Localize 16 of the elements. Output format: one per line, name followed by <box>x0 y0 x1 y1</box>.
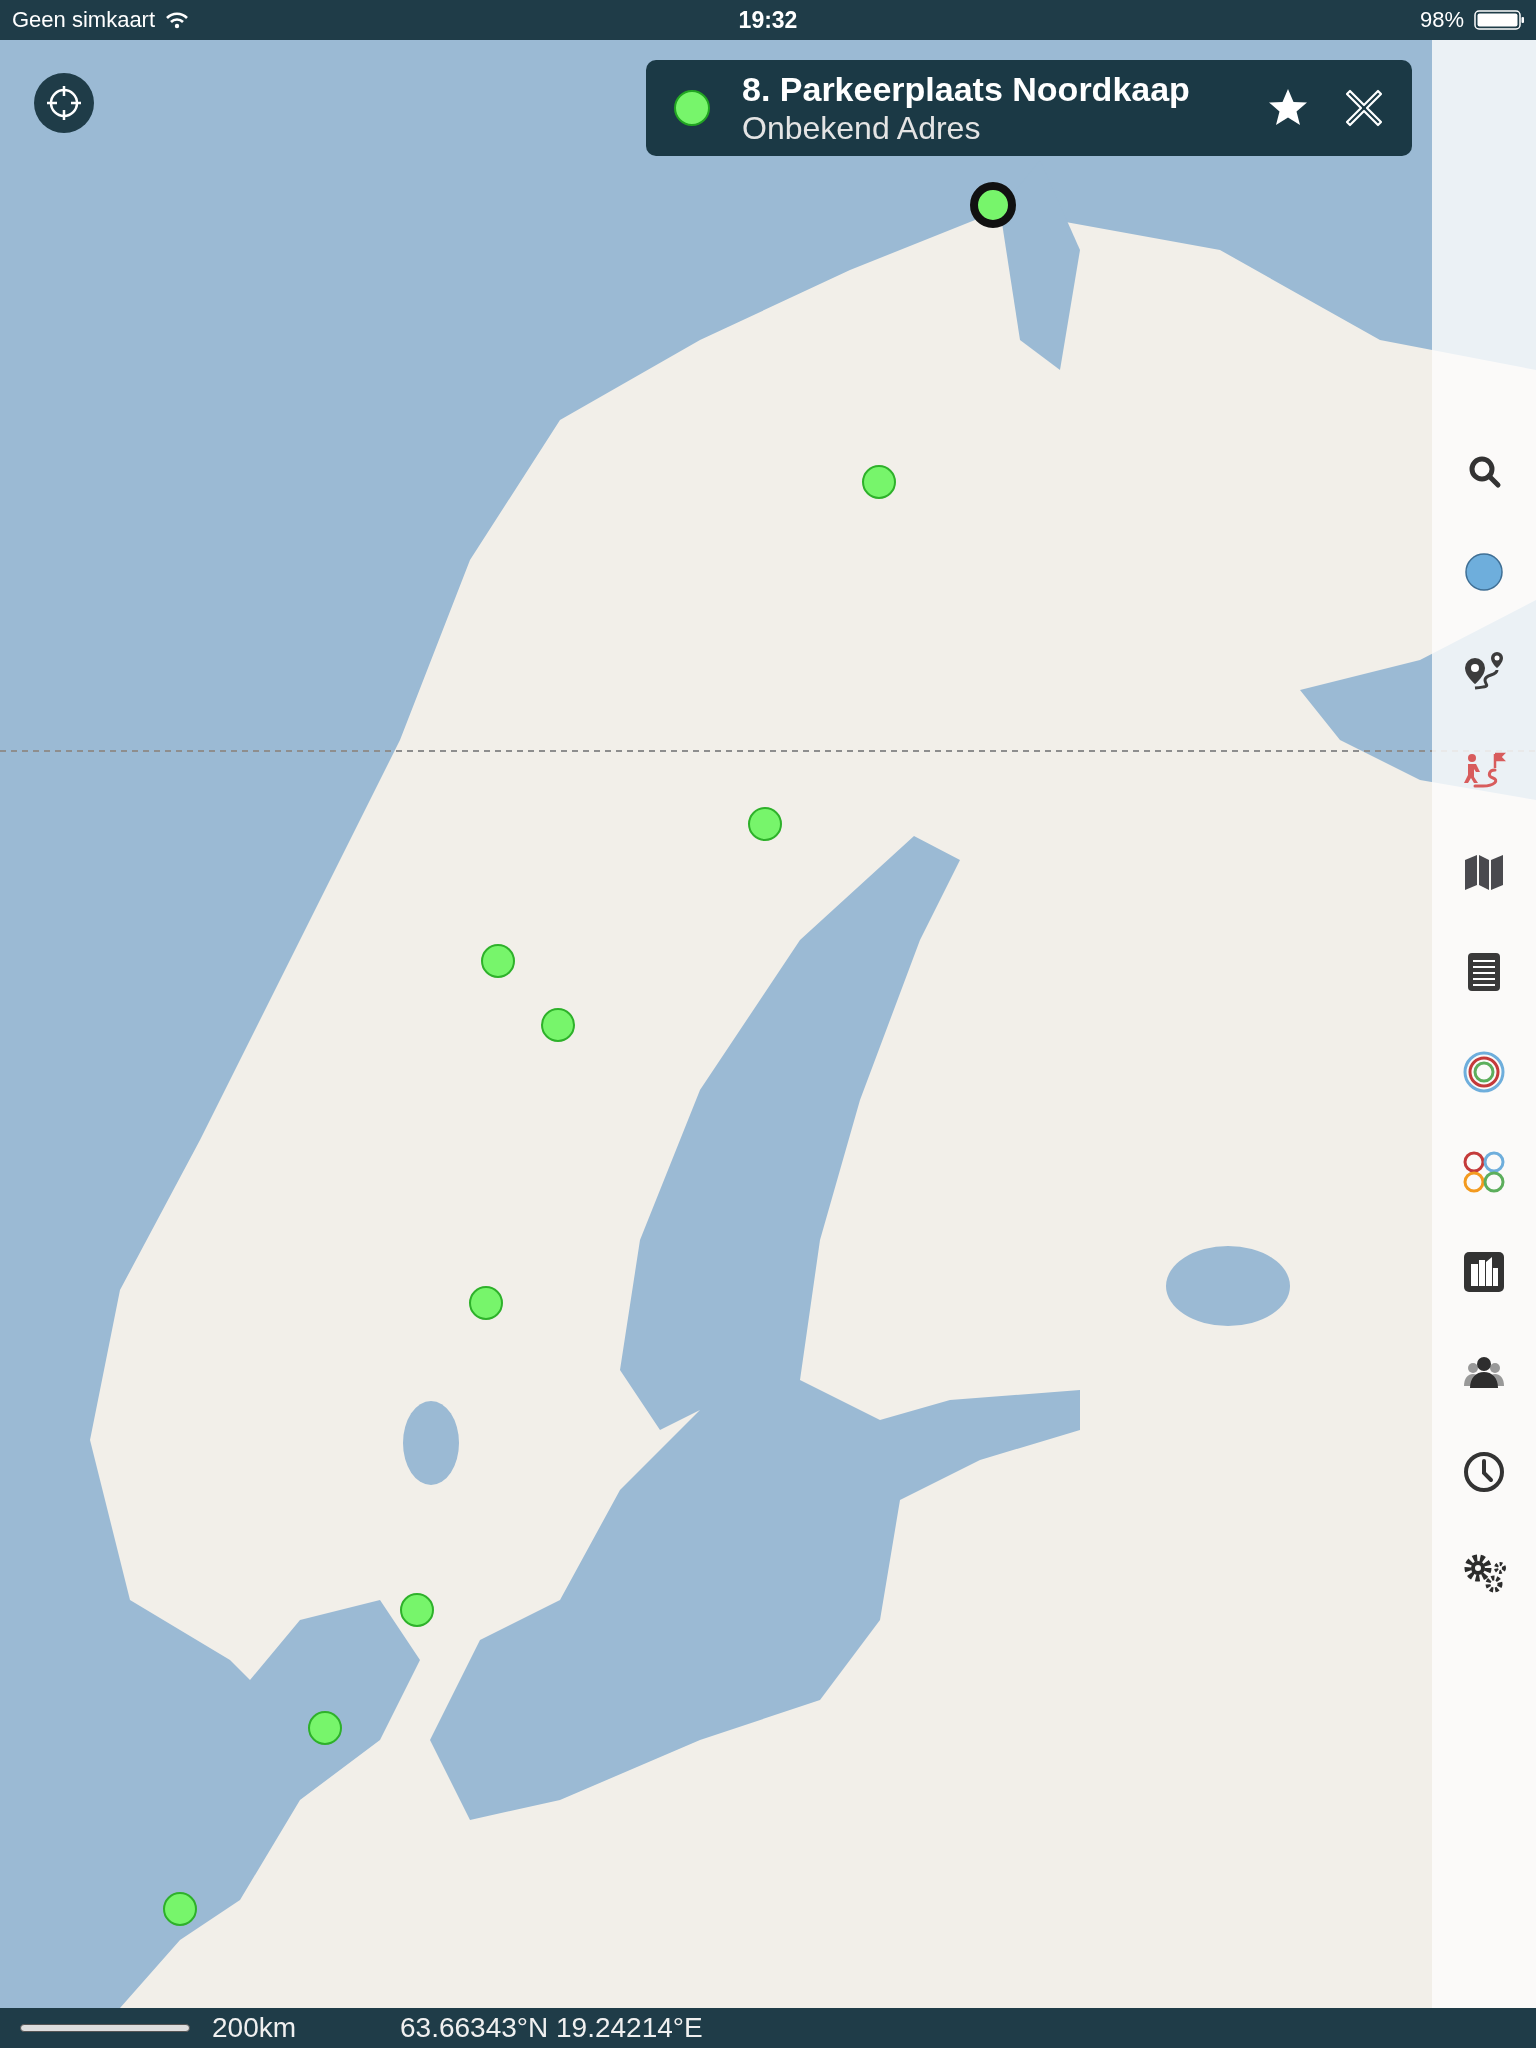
clock-icon[interactable] <box>1462 1450 1506 1494</box>
battery-icon <box>1474 9 1526 31</box>
marker-dot-icon <box>674 90 710 126</box>
location-dot-icon[interactable] <box>1462 550 1506 594</box>
place-title: 8. Parkeerplaats Noordkaap <box>742 69 1191 109</box>
clock-time: 19:32 <box>738 6 798 34</box>
crosshair-icon <box>44 83 84 123</box>
battery-percent: 98% <box>1419 7 1464 33</box>
buildings-icon[interactable] <box>1462 1250 1506 1294</box>
concentric-rings-icon[interactable] <box>1462 1050 1506 1094</box>
carrier-label: Geen simkaart <box>12 7 156 33</box>
place-address: Onbekend Adres <box>742 109 982 147</box>
coordinates-label: 63.66343°N 19.24214°E <box>400 2012 703 2044</box>
four-rings-icon[interactable] <box>1462 1150 1506 1194</box>
scale-label: 200km <box>212 2012 297 2044</box>
wifi-icon <box>165 11 190 29</box>
